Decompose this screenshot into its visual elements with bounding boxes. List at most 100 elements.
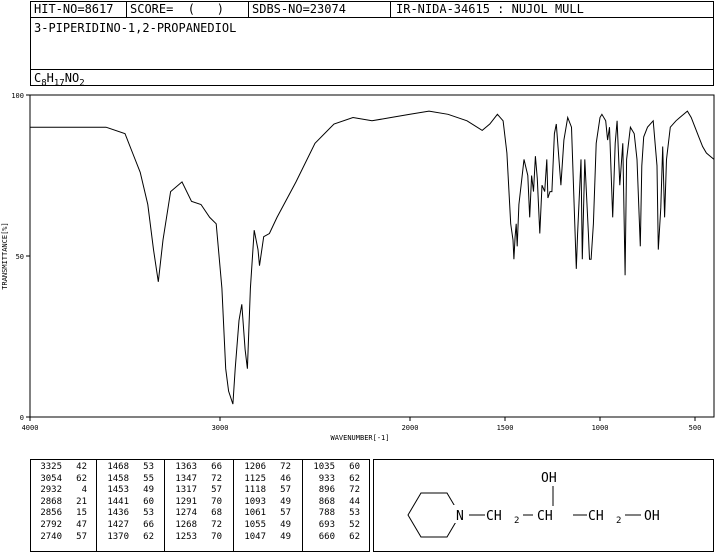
peak-row: 3054 62: [30, 474, 87, 486]
peak-wavenumber: 1268: [175, 519, 197, 530]
oh-right-label: OH: [644, 509, 660, 524]
peak-row: 2740 57: [30, 532, 87, 544]
peak-transmittance: 53: [143, 462, 154, 472]
peak-row: 2792 47: [30, 520, 87, 532]
peak-row: 1453 49: [97, 485, 154, 497]
peak-transmittance: 60: [143, 496, 154, 507]
peak-wavenumber: 660: [318, 531, 335, 542]
peak-transmittance: 57: [211, 485, 222, 496]
peak-transmittance: 66: [143, 519, 154, 530]
peak-wavenumber: 896: [318, 485, 335, 496]
peak-transmittance: 62: [349, 531, 360, 542]
peak-wavenumber: 3054: [40, 473, 62, 484]
peak-row: 1047 49: [234, 532, 291, 544]
peak-column: 1035 60 933 62 896 72 868 44 788 53 693 52 660 62: [303, 462, 360, 543]
x-axis-label: WAVENUMBER[-1]: [330, 434, 389, 442]
peak-wavenumber: 788: [318, 508, 335, 519]
x-tick-label: 1000: [592, 424, 609, 432]
peak-wavenumber: 1093: [244, 496, 266, 507]
peak-transmittance: 68: [211, 508, 222, 519]
x-tick-label: 4000: [22, 424, 39, 432]
peak-transmittance: 72: [349, 485, 360, 496]
peak-transmittance: 66: [211, 462, 222, 472]
nitrogen-label: N: [456, 509, 464, 524]
peak-transmittance: 53: [349, 508, 360, 519]
x-tick-label: 500: [689, 424, 702, 432]
peak-wavenumber: 1125: [244, 473, 266, 484]
peak-transmittance: 49: [280, 519, 291, 530]
peak-wavenumber: 1458: [107, 473, 129, 484]
peak-row: 1093 49: [234, 497, 291, 509]
peak-wavenumber: 1441: [107, 496, 129, 507]
peak-row: 1441 60: [97, 497, 154, 509]
peak-column: 1206 72 1125 46 1118 57 1093 49 1061 57 1055 49 1047…: [234, 462, 291, 543]
peak-transmittance: 55: [143, 473, 154, 484]
peak-row: 1436 53: [97, 508, 154, 520]
peak-row: 660 62: [303, 532, 360, 544]
peak-row: 1291 70: [165, 497, 222, 509]
peak-row: 1035 60: [303, 462, 360, 474]
peak-row: 1268 72: [165, 520, 222, 532]
peak-wavenumber: 1253: [175, 531, 197, 542]
structure-drawing: N CH 2 OH CH CH 2 OH: [407, 471, 660, 538]
peak-transmittance: 72: [280, 462, 291, 472]
y-tick-label: 50: [16, 253, 24, 261]
peak-row: 1206 72: [234, 462, 291, 474]
peak-wavenumber: 1453: [107, 485, 129, 496]
y-tick-label: 100: [11, 92, 24, 100]
peak-row: 1274 68: [165, 508, 222, 520]
peak-transmittance: 42: [76, 462, 87, 472]
peak-transmittance: 49: [143, 485, 154, 496]
peak-transmittance: 70: [211, 531, 222, 542]
peak-row: 3325 42: [30, 462, 87, 474]
y-axis-label: TRANSMITTANCE[%]: [1, 222, 9, 289]
peak-transmittance: 49: [280, 496, 291, 507]
peak-wavenumber: 1061: [244, 508, 266, 519]
peak-wavenumber: 933: [318, 473, 335, 484]
peak-wavenumber: 2740: [40, 531, 62, 542]
peak-transmittance: 72: [211, 473, 222, 484]
oh-top-label: OH: [541, 471, 557, 486]
peak-row: 1347 72: [165, 474, 222, 486]
peak-transmittance: 4: [81, 485, 87, 496]
peak-row: 1055 49: [234, 520, 291, 532]
peak-transmittance: 62: [143, 531, 154, 542]
peak-wavenumber: 1468: [107, 462, 129, 472]
peak-transmittance: 70: [211, 496, 222, 507]
peak-transmittance: 46: [280, 473, 291, 484]
peak-wavenumber: 868: [318, 496, 335, 507]
peak-wavenumber: 693: [318, 519, 335, 530]
ch2-subscript: 2: [514, 516, 519, 526]
peak-transmittance: 47: [76, 519, 87, 530]
x-tick-label: 3000: [212, 424, 229, 432]
ir-spectrum-chart: 4000 3000 2000 1500 1000 500 0 50 100 WAVENUMBER…: [1, 92, 715, 442]
peak-transmittance: 57: [76, 531, 87, 542]
peak-transmittance: 49: [280, 531, 291, 542]
x-tick-label: 2000: [402, 424, 419, 432]
peak-row: 788 53: [303, 508, 360, 520]
peak-wavenumber: 1274: [175, 508, 197, 519]
peak-row: 896 72: [303, 485, 360, 497]
peak-wavenumber: 1370: [107, 531, 129, 542]
ch-label: CH: [537, 509, 553, 524]
peak-wavenumber: 3325: [40, 462, 62, 472]
peak-transmittance: 44: [349, 496, 360, 507]
peak-transmittance: 53: [143, 508, 154, 519]
peak-transmittance: 62: [349, 473, 360, 484]
peak-wavenumber: 2792: [40, 519, 62, 530]
peak-row: 1458 55: [97, 474, 154, 486]
peak-row: 1118 57: [234, 485, 291, 497]
peak-row: 693 52: [303, 520, 360, 532]
peak-row: 2932 4: [30, 485, 87, 497]
peak-transmittance: 52: [349, 519, 360, 530]
peak-wavenumber: 1436: [107, 508, 129, 519]
peak-row: 868 44: [303, 497, 360, 509]
peak-row: 1427 66: [97, 520, 154, 532]
ch2-subscript: 2: [616, 516, 621, 526]
peak-row: 1125 46: [234, 474, 291, 486]
peak-wavenumber: 2868: [40, 496, 62, 507]
peak-row: 1370 62: [97, 532, 154, 544]
peak-wavenumber: 1206: [244, 462, 266, 472]
peak-transmittance: 72: [211, 519, 222, 530]
peak-wavenumber: 1363: [175, 462, 197, 472]
